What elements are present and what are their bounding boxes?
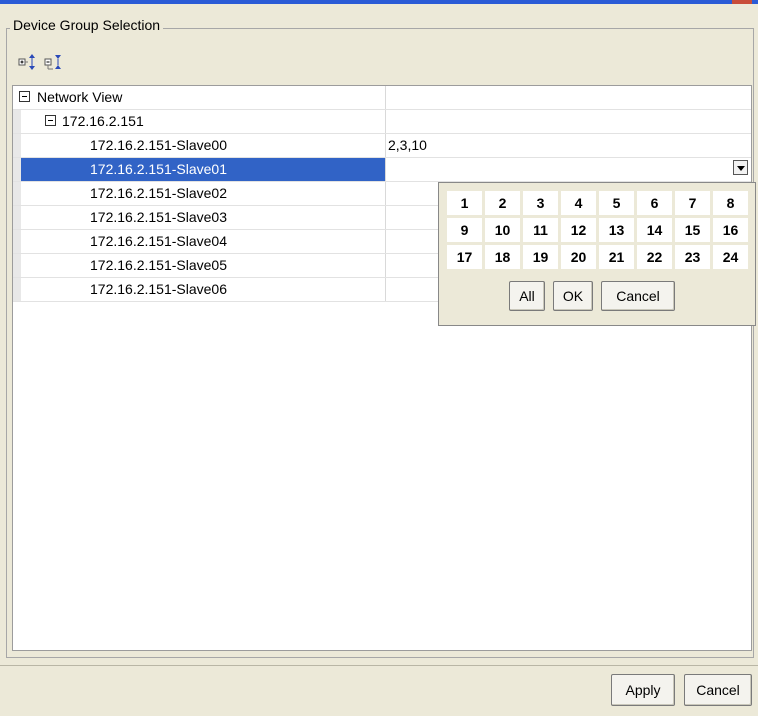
channel-toggle[interactable]: 23 — [675, 245, 710, 269]
row-value: 2,3,10 — [388, 137, 427, 153]
channel-toggle[interactable]: 12 — [561, 218, 596, 242]
channel-toggle[interactable]: 24 — [713, 245, 748, 269]
channel-toggle[interactable]: 11 — [523, 218, 558, 242]
tree-toolbar — [18, 52, 64, 74]
row-label: 172.16.2.151-Slave02 — [90, 185, 227, 201]
channel-toggle[interactable]: 17 — [447, 245, 482, 269]
window-title-bar — [0, 0, 758, 4]
popup-button-row: All OK Cancel — [509, 281, 675, 311]
cancel-button[interactable]: Cancel — [684, 674, 752, 706]
channel-toggle[interactable]: 20 — [561, 245, 596, 269]
channel-grid: 1 2 3 4 5 6 7 8 9 10 11 12 13 14 15 16 1… — [447, 191, 753, 269]
channel-toggle[interactable]: 4 — [561, 191, 596, 215]
row-label: 172.16.2.151-Slave00 — [90, 137, 227, 153]
close-icon[interactable] — [732, 0, 752, 4]
channel-toggle[interactable]: 2 — [485, 191, 520, 215]
popup-cancel-button[interactable]: Cancel — [601, 281, 675, 311]
channel-toggle[interactable]: 5 — [599, 191, 634, 215]
tree-row-slave-selected[interactable]: 172.16.2.151-Slave01 — [13, 158, 751, 182]
apply-button[interactable]: Apply — [611, 674, 675, 706]
tree-row-slave[interactable]: 172.16.2.151-Slave00 2,3,10 — [13, 134, 751, 158]
channel-toggle[interactable]: 15 — [675, 218, 710, 242]
ok-button[interactable]: OK — [553, 281, 593, 311]
channel-toggle[interactable]: 18 — [485, 245, 520, 269]
chevron-down-icon[interactable] — [733, 160, 748, 175]
channel-toggle[interactable]: 1 — [447, 191, 482, 215]
dialog-button-row: Apply Cancel — [611, 674, 752, 706]
row-value-cell[interactable] — [386, 110, 751, 133]
channel-toggle[interactable]: 10 — [485, 218, 520, 242]
row-label: 172.16.2.151 — [62, 113, 144, 129]
channel-toggle[interactable]: 14 — [637, 218, 672, 242]
channel-toggle[interactable]: 16 — [713, 218, 748, 242]
select-all-button[interactable]: All — [509, 281, 545, 311]
channel-select-popup: 1 2 3 4 5 6 7 8 9 10 11 12 13 14 15 16 1… — [438, 182, 756, 326]
channel-toggle[interactable]: 21 — [599, 245, 634, 269]
channel-toggle[interactable]: 3 — [523, 191, 558, 215]
row-value-editor[interactable] — [386, 158, 751, 181]
tree-row-host[interactable]: 172.16.2.151 — [13, 110, 751, 134]
channel-toggle[interactable]: 7 — [675, 191, 710, 215]
tree-row-network-view[interactable]: Network View — [13, 86, 751, 110]
collapse-all-icon[interactable] — [44, 52, 64, 72]
row-label: 172.16.2.151-Slave01 — [90, 161, 227, 177]
collapse-icon[interactable] — [19, 91, 30, 102]
channel-toggle[interactable]: 13 — [599, 218, 634, 242]
footer-divider — [0, 665, 758, 666]
row-label: 172.16.2.151-Slave05 — [90, 257, 227, 273]
collapse-icon[interactable] — [45, 115, 56, 126]
row-value-cell[interactable] — [386, 86, 751, 109]
row-label: 172.16.2.151-Slave03 — [90, 209, 227, 225]
expand-all-icon[interactable] — [18, 52, 38, 72]
group-title: Device Group Selection — [10, 17, 164, 33]
row-label: Network View — [37, 89, 123, 105]
channel-toggle[interactable]: 19 — [523, 245, 558, 269]
channel-toggle[interactable]: 9 — [447, 218, 482, 242]
device-tree-table: Network View 172.16.2.151 172.16.2.151-S… — [12, 85, 752, 651]
row-label: 172.16.2.151-Slave04 — [90, 233, 227, 249]
channel-toggle[interactable]: 8 — [713, 191, 748, 215]
row-label: 172.16.2.151-Slave06 — [90, 281, 227, 297]
channel-toggle[interactable]: 22 — [637, 245, 672, 269]
channel-toggle[interactable]: 6 — [637, 191, 672, 215]
row-value-cell[interactable]: 2,3,10 — [386, 134, 751, 157]
